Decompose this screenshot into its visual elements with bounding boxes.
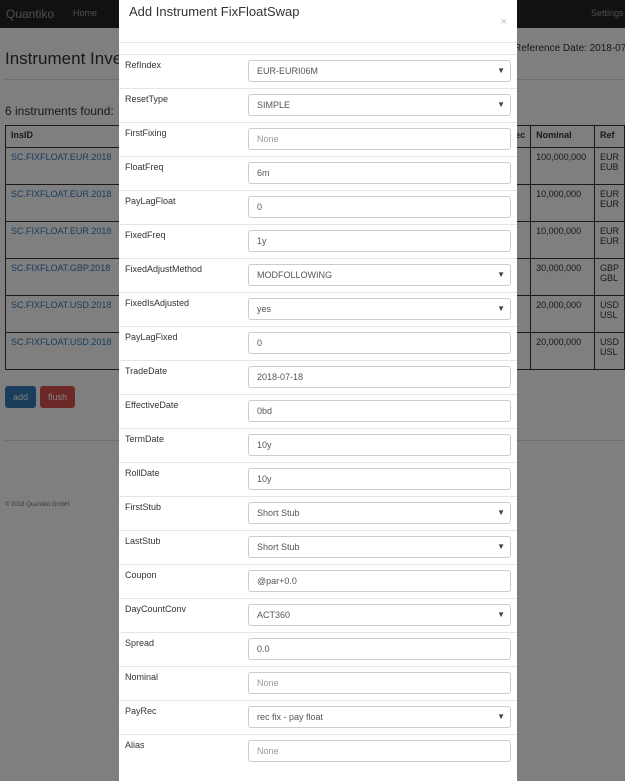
field-label: FixedIsAdjusted [125, 298, 190, 308]
daycountconv-select[interactable]: ACT360 ▼ [248, 604, 511, 626]
floatfreq-input[interactable]: 6m [248, 162, 511, 184]
caret-down-icon: ▼ [497, 100, 505, 109]
field-label: Spread [125, 638, 155, 648]
form-row-rolldate: RollDate 10y [119, 462, 517, 496]
selected-value: yes [257, 304, 272, 314]
field-label: DayCountConv [125, 604, 187, 614]
field-label: PayLagFloat [125, 196, 176, 206]
form-row-effectivedate: EffectiveDate 0bd [119, 394, 517, 428]
selected-value: Short Stub [257, 542, 300, 552]
field-label: TradeDate [125, 366, 168, 376]
firststub-select[interactable]: Short Stub ▼ [248, 502, 511, 524]
field-label: ResetType [125, 94, 169, 104]
form-row-nominal: Nominal None [119, 666, 517, 700]
caret-down-icon: ▼ [497, 610, 505, 619]
selected-value: EUR-EURI06M [257, 66, 319, 76]
fixedisadjusted-select[interactable]: yes ▼ [248, 298, 511, 320]
tradedate-input[interactable]: 2018-07-18 [248, 366, 511, 388]
rolldate-input[interactable]: 10y [248, 468, 511, 490]
form-row-daycountconv: DayCountConv ACT360 ▼ [119, 598, 517, 632]
form-row-resettype: ResetType SIMPLE ▼ [119, 88, 517, 122]
form-row-refindex: RefIndex EUR-EURI06M ▼ [119, 54, 517, 88]
fixedadjustmethod-select[interactable]: MODFOLLOWING ▼ [248, 264, 511, 286]
alias-input[interactable]: None [248, 740, 511, 762]
caret-down-icon: ▼ [497, 712, 505, 721]
effectivedate-input[interactable]: 0bd [248, 400, 511, 422]
field-label: Coupon [125, 570, 157, 580]
form-row-fixedadjustmethod: FixedAdjustMethod MODFOLLOWING ▼ [119, 258, 517, 292]
termdate-input[interactable]: 10y [248, 434, 511, 456]
form-row-alias: Alias None [119, 734, 517, 768]
caret-down-icon: ▼ [497, 542, 505, 551]
selected-value: ACT360 [257, 610, 291, 620]
selected-value: rec fix - pay float [257, 712, 324, 722]
add-instrument-modal: Add Instrument FixFloatSwap × RefIndex EU… [119, 0, 517, 781]
field-label: TermDate [125, 434, 165, 444]
spread-input[interactable]: 0.0 [248, 638, 511, 660]
firstfixing-input[interactable]: None [248, 128, 511, 150]
selected-value: SIMPLE [257, 100, 291, 110]
payrec-select[interactable]: rec fix - pay float ▼ [248, 706, 511, 728]
selected-value: MODFOLLOWING [257, 270, 333, 280]
nominal-input[interactable]: None [248, 672, 511, 694]
field-label: FirstStub [125, 502, 162, 512]
caret-down-icon: ▼ [497, 66, 505, 75]
form-row-fixedfreq: FixedFreq 1y [119, 224, 517, 258]
modal-header-divider [119, 42, 517, 43]
form-row-fixedisadjusted: FixedIsAdjusted yes ▼ [119, 292, 517, 326]
modal-title: Add Instrument FixFloatSwap [129, 4, 300, 19]
field-label: LastStub [125, 536, 161, 546]
caret-down-icon: ▼ [497, 270, 505, 279]
form-row-tradedate: TradeDate 2018-07-18 [119, 360, 517, 394]
form-row-firstfixing: FirstFixing None [119, 122, 517, 156]
field-label: Alias [125, 740, 145, 750]
laststub-select[interactable]: Short Stub ▼ [248, 536, 511, 558]
paylagfloat-input[interactable]: 0 [248, 196, 511, 218]
caret-down-icon: ▼ [497, 508, 505, 517]
field-label: RollDate [125, 468, 160, 478]
field-label: PayRec [125, 706, 157, 716]
field-label: FixedFreq [125, 230, 166, 240]
paylagfixed-input[interactable]: 0 [248, 332, 511, 354]
fixedfreq-input[interactable]: 1y [248, 230, 511, 252]
form-row-paylagfloat: PayLagFloat 0 [119, 190, 517, 224]
refindex-select[interactable]: EUR-EURI06M ▼ [248, 60, 511, 82]
form-row-payrec: PayRec rec fix - pay float ▼ [119, 700, 517, 734]
field-label: FirstFixing [125, 128, 167, 138]
field-label: PayLagFixed [125, 332, 178, 342]
form-row-paylagfixed: PayLagFixed 0 [119, 326, 517, 360]
field-label: RefIndex [125, 60, 162, 70]
field-label: FixedAdjustMethod [125, 264, 203, 274]
form-row-firststub: FirstStub Short Stub ▼ [119, 496, 517, 530]
form-row-termdate: TermDate 10y [119, 428, 517, 462]
coupon-input[interactable]: @par+0.0 [248, 570, 511, 592]
form-row-laststub: LastStub Short Stub ▼ [119, 530, 517, 564]
field-label: Nominal [125, 672, 159, 682]
form-row-spread: Spread 0.0 [119, 632, 517, 666]
field-label: FloatFreq [125, 162, 164, 172]
form-row-floatfreq: FloatFreq 6m [119, 156, 517, 190]
form-row-coupon: Coupon @par+0.0 [119, 564, 517, 598]
caret-down-icon: ▼ [497, 304, 505, 313]
selected-value: Short Stub [257, 508, 300, 518]
field-label: EffectiveDate [125, 400, 179, 410]
resettype-select[interactable]: SIMPLE ▼ [248, 94, 511, 116]
close-icon[interactable]: × [501, 16, 507, 28]
